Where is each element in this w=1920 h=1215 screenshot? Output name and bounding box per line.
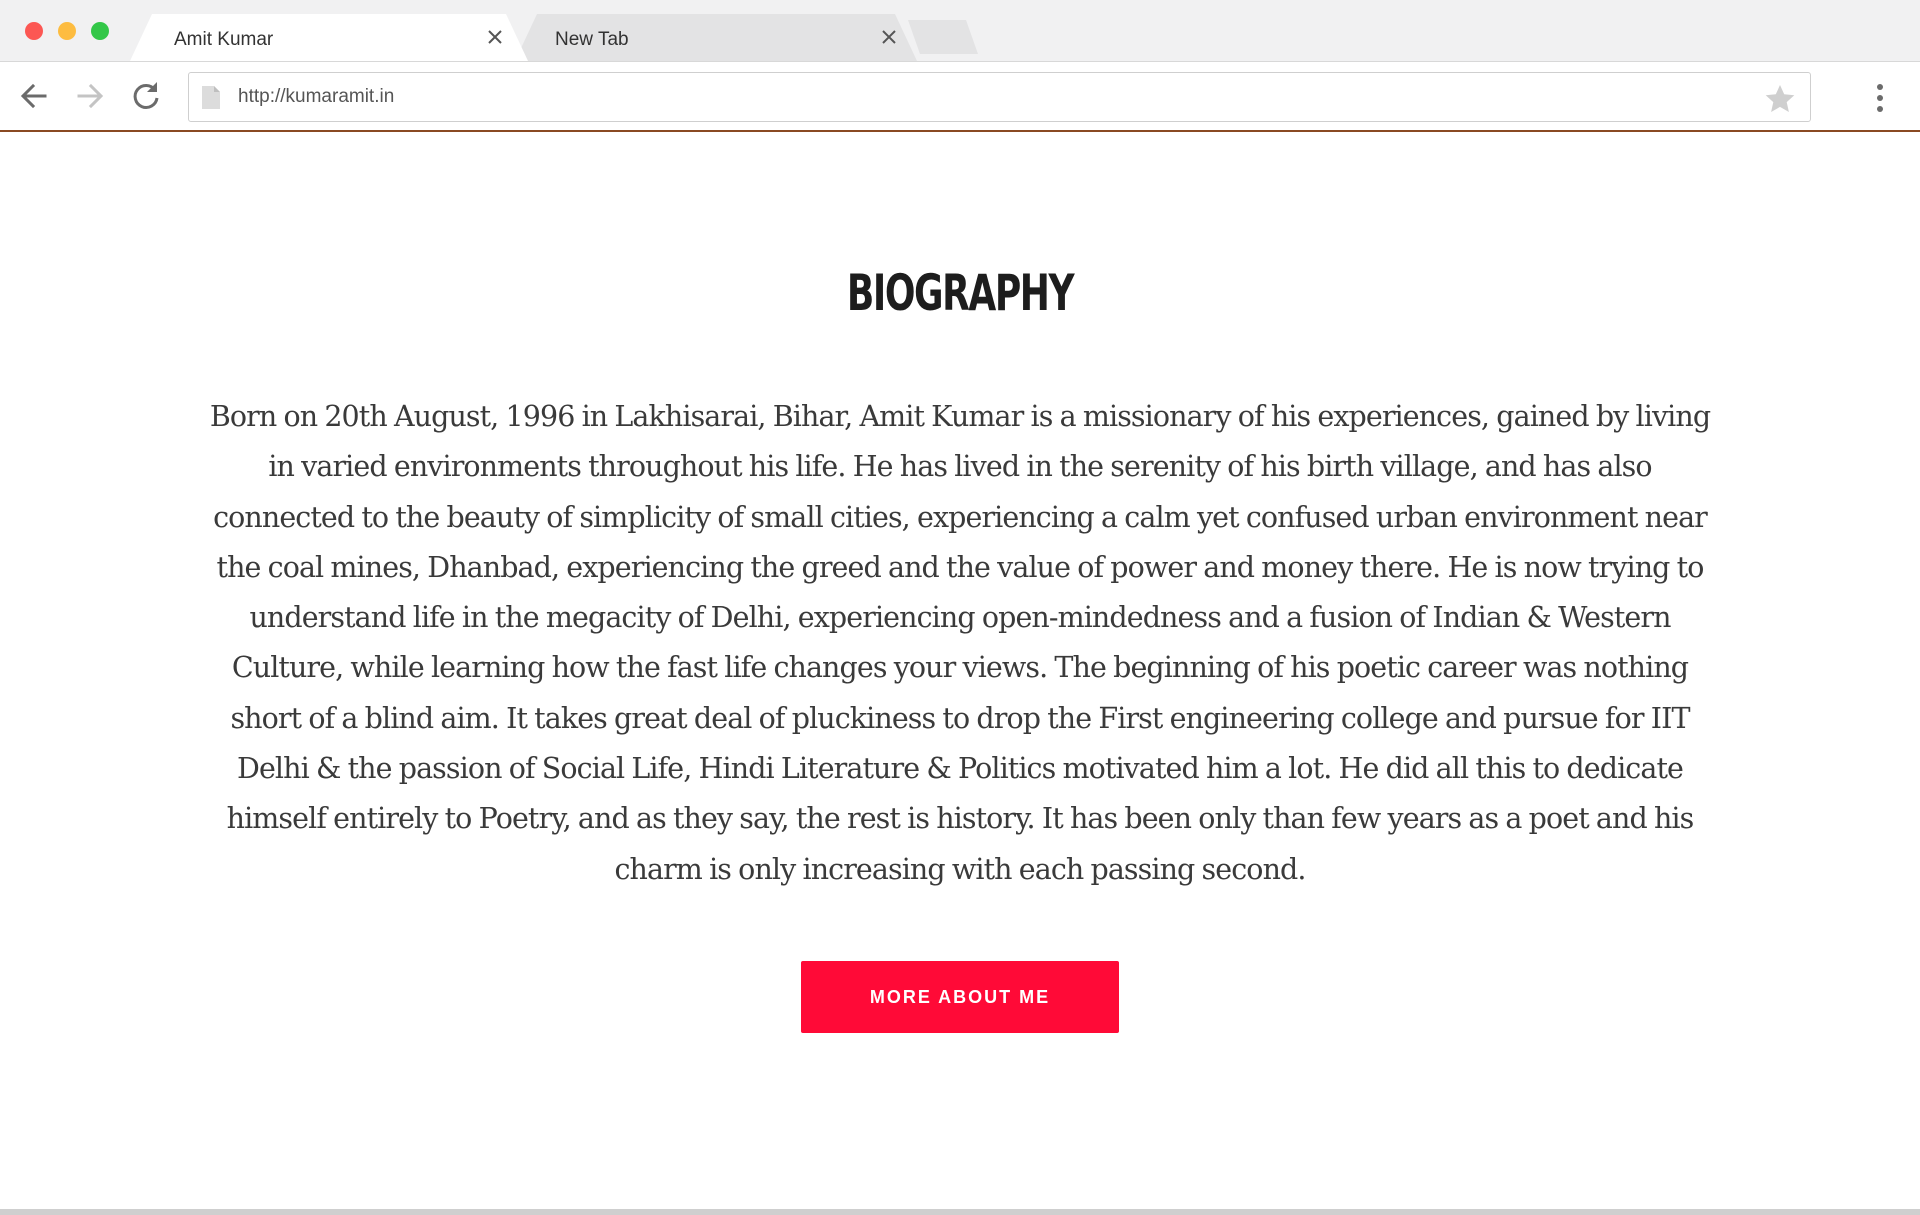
browser-window: Amit Kumar New Tab http://kumaramit.in B… <box>0 0 1920 1215</box>
tab-title: New Tab <box>555 29 629 50</box>
page-icon <box>201 85 221 110</box>
address-bar[interactable]: http://kumaramit.in <box>188 72 1811 122</box>
page-content: BIOGRAPHY Born on 20th August, 1996 in L… <box>0 132 1920 1209</box>
more-vert-icon[interactable] <box>1864 80 1896 116</box>
tab-title: Amit Kumar <box>174 29 274 50</box>
maximize-window-button[interactable] <box>91 22 109 40</box>
biography-paragraph: Born on 20th August, 1996 in Lakhisarai,… <box>209 400 1711 886</box>
new-tab-button[interactable] <box>908 20 978 54</box>
reload-icon[interactable] <box>128 78 164 114</box>
tab-amit-kumar[interactable]: Amit Kumar <box>130 14 528 61</box>
tab-strip: Amit Kumar New Tab <box>0 0 1920 61</box>
arrow-right-icon[interactable] <box>72 78 108 114</box>
window-bottom-edge <box>0 1209 1920 1215</box>
star-icon[interactable] <box>1764 83 1796 115</box>
browser-toolbar: http://kumaramit.in <box>0 61 1920 131</box>
more-about-me-button[interactable]: MORE ABOUT ME <box>801 961 1119 1033</box>
close-icon[interactable] <box>485 27 505 47</box>
close-window-button[interactable] <box>25 22 43 40</box>
url-text: http://kumaramit.in <box>238 86 395 107</box>
arrow-left-icon[interactable] <box>16 78 52 114</box>
tab-new-tab[interactable]: New Tab <box>515 14 917 61</box>
section-title: BIOGRAPHY <box>846 264 1075 322</box>
minimize-window-button[interactable] <box>58 22 76 40</box>
close-icon[interactable] <box>879 27 899 47</box>
